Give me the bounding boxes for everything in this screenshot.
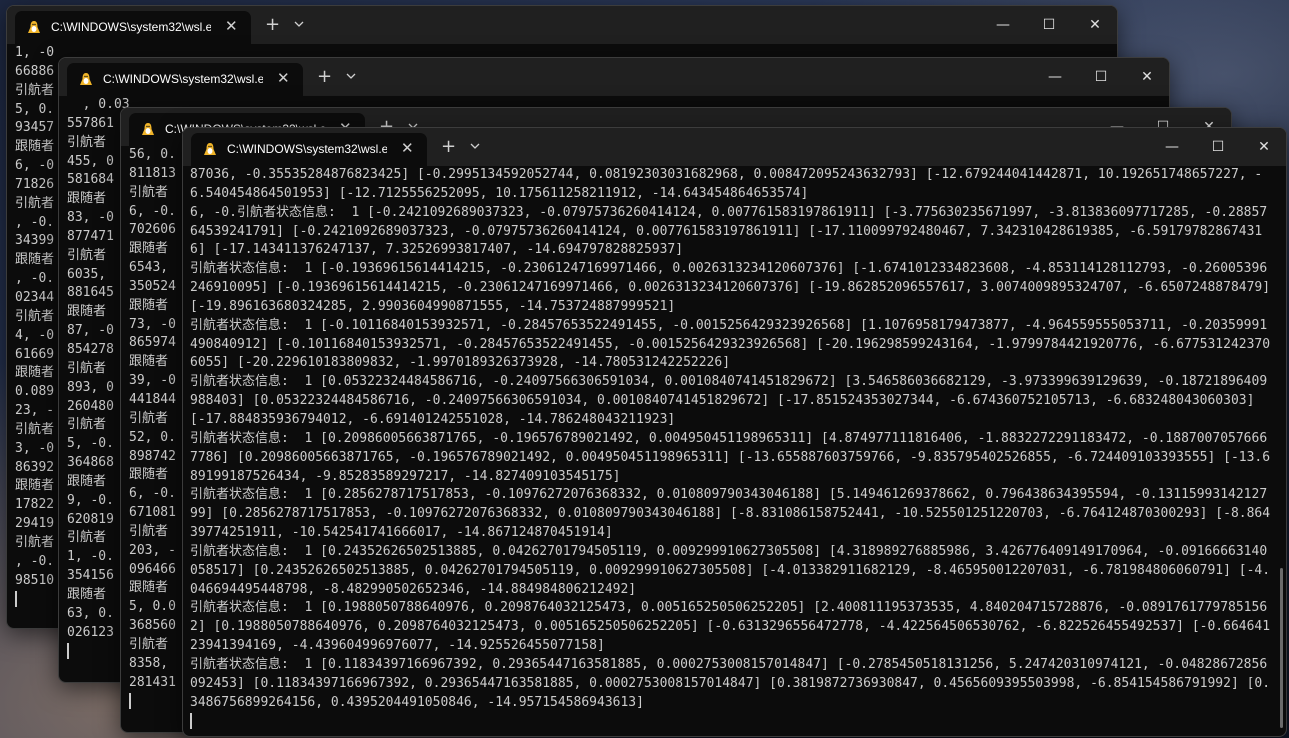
scrollbar-thumb[interactable] — [1280, 568, 1283, 728]
chevron-down-icon[interactable] — [468, 139, 482, 153]
close-tab-icon[interactable]: ✕ — [225, 17, 238, 35]
maximize-button[interactable]: ☐ — [1195, 128, 1241, 166]
terminal-line: 引航者状态信息: 1 [-0.10116840153932571, -0.284… — [190, 317, 1271, 371]
terminal-line: 引航者状态信息: 1 [0.05322324484586716, -0.2409… — [190, 374, 1268, 427]
new-tab-button[interactable]: + — [265, 14, 280, 35]
terminal-line: 引航者状态信息: 1 [0.24352626502513885, 0.04262… — [190, 543, 1271, 597]
minimize-button[interactable]: — — [980, 6, 1026, 44]
title-bar[interactable]: C:\WINDOWS\system32\wsl.e ✕ + — ☐ ✕ — [59, 58, 1169, 96]
new-tab-button[interactable]: + — [317, 66, 332, 87]
close-window-button[interactable]: ✕ — [1072, 6, 1117, 44]
terminal-window-4[interactable]: C:\WINDOWS\system32\wsl.e ✕ + — ☐ ✕ 8703… — [182, 127, 1287, 737]
linux-penguin-icon — [142, 123, 154, 135]
terminal-line: 引航者状态信息: 1 [-0.19369615614414215, -0.230… — [190, 261, 1278, 314]
maximize-button[interactable]: ☐ — [1078, 58, 1124, 96]
minimize-button[interactable]: — — [1149, 128, 1195, 166]
close-window-button[interactable]: ✕ — [1124, 58, 1169, 96]
linux-penguin-icon — [28, 21, 40, 33]
terminal-output[interactable]: 87036, -0.35535284876823425] [-0.2995134… — [183, 166, 1286, 736]
close-window-button[interactable]: ✕ — [1241, 128, 1286, 166]
tab-title: C:\WINDOWS\system32\wsl.e — [51, 20, 211, 34]
terminal-tab[interactable]: C:\WINDOWS\system32\wsl.e ✕ — [15, 11, 251, 44]
minimize-button[interactable]: — — [1032, 58, 1078, 96]
maximize-button[interactable]: ☐ — [1026, 6, 1072, 44]
text-cursor — [190, 712, 192, 729]
terminal-line: 引航者状态信息: 1 [0.1988050788640976, 0.209876… — [190, 600, 1271, 654]
chevron-down-icon[interactable] — [344, 69, 358, 83]
close-tab-icon[interactable]: ✕ — [401, 139, 414, 157]
new-tab-button[interactable]: + — [441, 136, 456, 157]
terminal-line: 6, -0.引航者状态信息: 1 [-0.2421092689037323, -… — [190, 204, 1268, 258]
linux-penguin-icon — [80, 73, 92, 85]
tab-title: C:\WINDOWS\system32\wsl.e — [103, 72, 263, 86]
text-cursor — [67, 642, 69, 659]
terminal-line: 87036, -0.35535284876823425] [-0.2995134… — [190, 167, 1263, 201]
chevron-down-icon[interactable] — [292, 17, 306, 31]
terminal-tab[interactable]: C:\WINDOWS\system32\wsl.e ✕ — [67, 63, 303, 96]
terminal-line: 引航者状态信息: 1 [0.20986005663871765, -0.1965… — [190, 430, 1271, 484]
title-bar[interactable]: C:\WINDOWS\system32\wsl.e ✕ + — ☐ ✕ — [7, 6, 1117, 44]
tab-title: C:\WINDOWS\system32\wsl.e — [227, 142, 387, 156]
linux-penguin-icon — [204, 143, 216, 155]
terminal-line: 引航者状态信息: 1 [0.2856278717517853, -0.10976… — [190, 487, 1271, 541]
close-tab-icon[interactable]: ✕ — [277, 69, 290, 87]
terminal-line: 引航者状态信息: 1 [0.11834397166967392, 0.29365… — [190, 656, 1271, 710]
text-cursor — [129, 692, 131, 709]
terminal-line — [190, 712, 1272, 731]
terminal-tab[interactable]: C:\WINDOWS\system32\wsl.e ✕ — [191, 133, 427, 166]
title-bar[interactable]: C:\WINDOWS\system32\wsl.e ✕ + — ☐ ✕ — [183, 128, 1286, 166]
text-cursor — [15, 590, 17, 607]
